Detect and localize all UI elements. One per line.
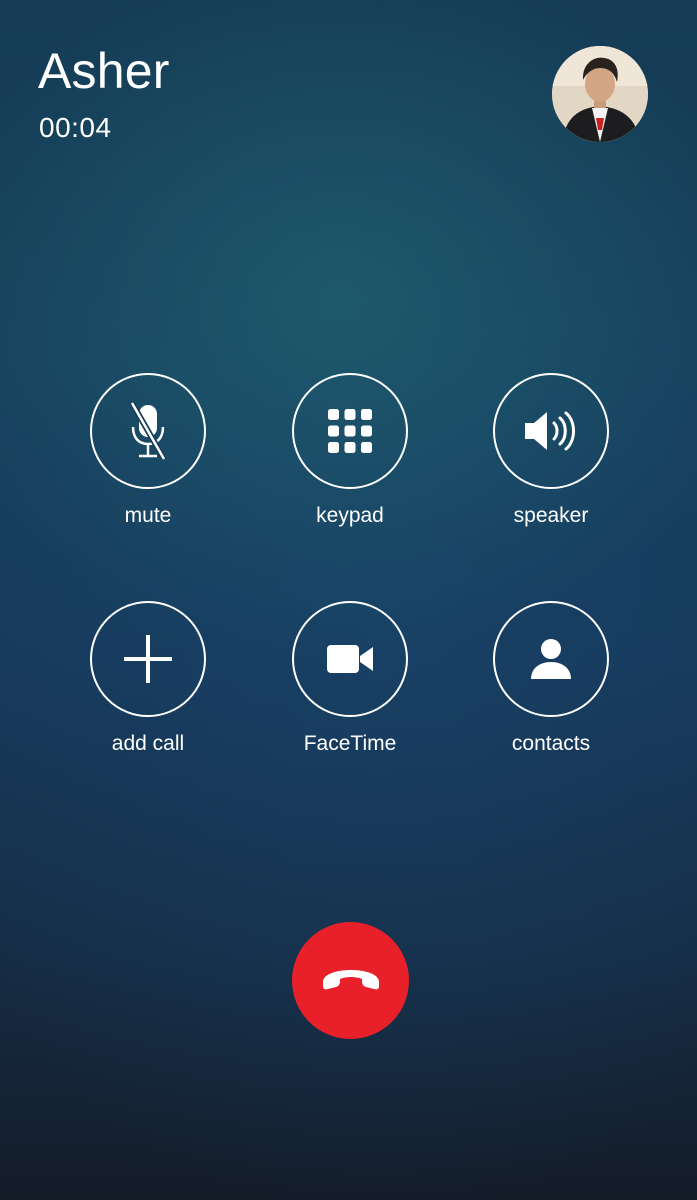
- facetime-label: FaceTime: [303, 732, 397, 755]
- avatar-photo: [552, 46, 648, 142]
- end-call-button[interactable]: [292, 922, 409, 1039]
- speaker-button[interactable]: speaker: [451, 373, 651, 543]
- mute-label: mute: [124, 504, 172, 527]
- keypad-grid-icon: [328, 409, 372, 453]
- mute-button[interactable]: mute: [48, 373, 248, 543]
- speaker-label: speaker: [513, 504, 589, 527]
- facetime-ring[interactable]: [292, 601, 408, 717]
- add-call-label: add call: [111, 732, 185, 755]
- facetime-button[interactable]: FaceTime: [250, 601, 450, 771]
- speaker-ring[interactable]: [493, 373, 609, 489]
- mic-slash-icon: [129, 401, 167, 461]
- video-camera-icon: [327, 645, 373, 673]
- caller-avatar[interactable]: [552, 46, 648, 142]
- contacts-ring[interactable]: [493, 601, 609, 717]
- keypad-label: keypad: [316, 504, 384, 527]
- call-timer: 00:04: [39, 112, 112, 143]
- keypad-ring[interactable]: [292, 373, 408, 489]
- contacts-label: contacts: [511, 732, 591, 755]
- keypad-button[interactable]: keypad: [250, 373, 450, 543]
- caller-name: Asher: [38, 43, 170, 99]
- contacts-button[interactable]: contacts: [451, 601, 651, 771]
- add-call-ring[interactable]: [90, 601, 206, 717]
- speaker-icon: [525, 411, 575, 451]
- phone-hangup-icon: [322, 969, 379, 989]
- person-icon: [531, 639, 571, 679]
- plus-icon: [124, 635, 172, 683]
- add-call-button[interactable]: add call: [48, 601, 248, 771]
- mute-ring[interactable]: [90, 373, 206, 489]
